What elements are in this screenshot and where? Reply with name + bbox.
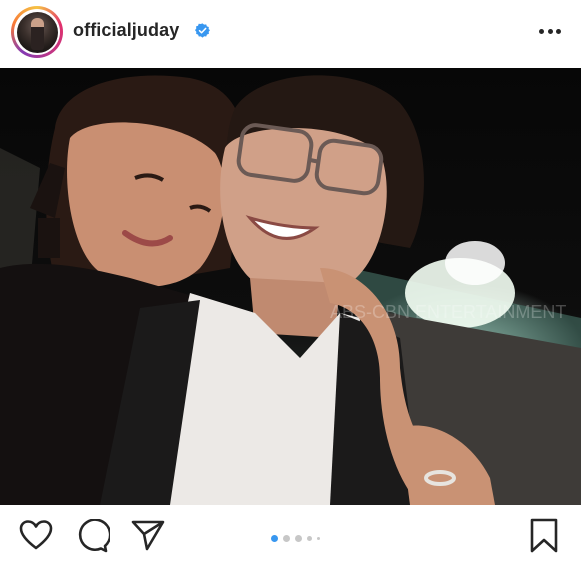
- avatar-figure: [30, 17, 44, 50]
- carousel-dot: [317, 536, 320, 540]
- carousel-dot: [271, 534, 278, 542]
- avatar-border: [14, 9, 60, 55]
- carousel-dot: [307, 535, 312, 541]
- bookmark-icon[interactable]: [529, 518, 559, 554]
- post-header: officialjuday: [0, 0, 581, 66]
- photo-illustration: ABS-CBN ENTERTAINMENT: [0, 75, 581, 505]
- watermark-text: ABS-CBN ENTERTAINMENT: [330, 302, 566, 322]
- verified-badge-icon: [195, 23, 210, 38]
- post-actions-bar: [0, 505, 581, 567]
- comment-icon[interactable]: [76, 519, 110, 553]
- carousel-indicator: [271, 534, 320, 542]
- avatar[interactable]: [16, 11, 58, 53]
- username-link[interactable]: officialjuday: [73, 20, 179, 41]
- carousel-dot: [295, 534, 302, 542]
- send-icon[interactable]: [131, 519, 165, 551]
- more-dot: [547, 28, 553, 34]
- post-photo[interactable]: ABS-CBN ENTERTAINMENT: [0, 68, 581, 505]
- more-dot: [556, 28, 561, 34]
- story-ring[interactable]: [11, 6, 63, 58]
- more-options-icon[interactable]: [539, 21, 561, 41]
- carousel-dot: [283, 534, 290, 542]
- more-dot: [539, 28, 544, 34]
- heart-icon[interactable]: [19, 519, 53, 551]
